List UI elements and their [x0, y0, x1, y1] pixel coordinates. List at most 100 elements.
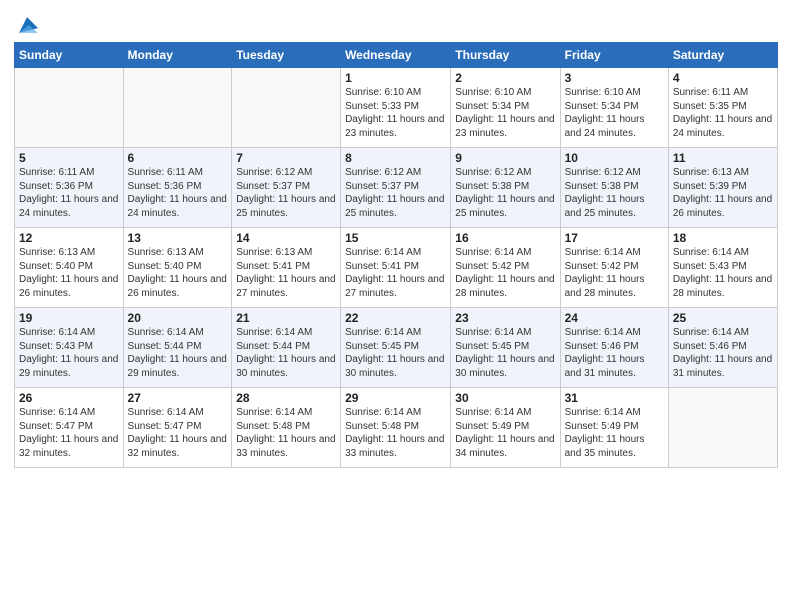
day-cell: 13Sunrise: 6:13 AM Sunset: 5:40 PM Dayli… — [123, 228, 232, 308]
day-cell: 9Sunrise: 6:12 AM Sunset: 5:38 PM Daylig… — [451, 148, 560, 228]
weekday-header-row: SundayMondayTuesdayWednesdayThursdayFrid… — [15, 43, 778, 68]
day-number: 18 — [673, 231, 773, 245]
day-number: 20 — [128, 311, 228, 325]
logo — [14, 14, 38, 36]
day-info: Sunrise: 6:12 AM Sunset: 5:37 PM Dayligh… — [345, 166, 446, 220]
day-info: Sunrise: 6:14 AM Sunset: 5:43 PM Dayligh… — [19, 326, 119, 380]
day-info: Sunrise: 6:10 AM Sunset: 5:34 PM Dayligh… — [565, 86, 664, 140]
day-cell: 5Sunrise: 6:11 AM Sunset: 5:36 PM Daylig… — [15, 148, 124, 228]
day-info: Sunrise: 6:14 AM Sunset: 5:43 PM Dayligh… — [673, 246, 773, 300]
day-info: Sunrise: 6:13 AM Sunset: 5:39 PM Dayligh… — [673, 166, 773, 220]
day-number: 3 — [565, 71, 664, 85]
day-number: 4 — [673, 71, 773, 85]
day-number: 10 — [565, 151, 664, 165]
day-number: 23 — [455, 311, 555, 325]
day-cell: 4Sunrise: 6:11 AM Sunset: 5:35 PM Daylig… — [668, 68, 777, 148]
day-info: Sunrise: 6:14 AM Sunset: 5:49 PM Dayligh… — [455, 406, 555, 460]
week-row-4: 19Sunrise: 6:14 AM Sunset: 5:43 PM Dayli… — [15, 308, 778, 388]
day-info: Sunrise: 6:14 AM Sunset: 5:44 PM Dayligh… — [236, 326, 336, 380]
day-number: 11 — [673, 151, 773, 165]
day-cell: 7Sunrise: 6:12 AM Sunset: 5:37 PM Daylig… — [232, 148, 341, 228]
weekday-sunday: Sunday — [15, 43, 124, 68]
day-cell: 31Sunrise: 6:14 AM Sunset: 5:49 PM Dayli… — [560, 388, 668, 468]
weekday-friday: Friday — [560, 43, 668, 68]
day-cell: 21Sunrise: 6:14 AM Sunset: 5:44 PM Dayli… — [232, 308, 341, 388]
day-number: 9 — [455, 151, 555, 165]
day-number: 13 — [128, 231, 228, 245]
day-info: Sunrise: 6:14 AM Sunset: 5:44 PM Dayligh… — [128, 326, 228, 380]
day-number: 8 — [345, 151, 446, 165]
day-info: Sunrise: 6:14 AM Sunset: 5:47 PM Dayligh… — [128, 406, 228, 460]
day-cell: 11Sunrise: 6:13 AM Sunset: 5:39 PM Dayli… — [668, 148, 777, 228]
page: SundayMondayTuesdayWednesdayThursdayFrid… — [0, 0, 792, 612]
day-info: Sunrise: 6:14 AM Sunset: 5:46 PM Dayligh… — [673, 326, 773, 380]
day-cell: 25Sunrise: 6:14 AM Sunset: 5:46 PM Dayli… — [668, 308, 777, 388]
day-info: Sunrise: 6:13 AM Sunset: 5:41 PM Dayligh… — [236, 246, 336, 300]
day-info: Sunrise: 6:12 AM Sunset: 5:38 PM Dayligh… — [455, 166, 555, 220]
day-cell: 27Sunrise: 6:14 AM Sunset: 5:47 PM Dayli… — [123, 388, 232, 468]
day-info: Sunrise: 6:14 AM Sunset: 5:46 PM Dayligh… — [565, 326, 664, 380]
day-info: Sunrise: 6:14 AM Sunset: 5:41 PM Dayligh… — [345, 246, 446, 300]
day-cell — [15, 68, 124, 148]
day-cell: 3Sunrise: 6:10 AM Sunset: 5:34 PM Daylig… — [560, 68, 668, 148]
day-info: Sunrise: 6:13 AM Sunset: 5:40 PM Dayligh… — [128, 246, 228, 300]
day-info: Sunrise: 6:14 AM Sunset: 5:45 PM Dayligh… — [345, 326, 446, 380]
day-info: Sunrise: 6:12 AM Sunset: 5:37 PM Dayligh… — [236, 166, 336, 220]
day-info: Sunrise: 6:14 AM Sunset: 5:47 PM Dayligh… — [19, 406, 119, 460]
day-number: 15 — [345, 231, 446, 245]
day-info: Sunrise: 6:14 AM Sunset: 5:42 PM Dayligh… — [565, 246, 664, 300]
day-number: 24 — [565, 311, 664, 325]
day-number: 26 — [19, 391, 119, 405]
day-number: 25 — [673, 311, 773, 325]
day-number: 19 — [19, 311, 119, 325]
header — [14, 10, 778, 36]
day-info: Sunrise: 6:11 AM Sunset: 5:35 PM Dayligh… — [673, 86, 773, 140]
day-cell: 6Sunrise: 6:11 AM Sunset: 5:36 PM Daylig… — [123, 148, 232, 228]
day-number: 1 — [345, 71, 446, 85]
week-row-1: 1Sunrise: 6:10 AM Sunset: 5:33 PM Daylig… — [15, 68, 778, 148]
day-cell: 24Sunrise: 6:14 AM Sunset: 5:46 PM Dayli… — [560, 308, 668, 388]
day-cell: 22Sunrise: 6:14 AM Sunset: 5:45 PM Dayli… — [341, 308, 451, 388]
day-info: Sunrise: 6:11 AM Sunset: 5:36 PM Dayligh… — [128, 166, 228, 220]
week-row-5: 26Sunrise: 6:14 AM Sunset: 5:47 PM Dayli… — [15, 388, 778, 468]
day-cell — [232, 68, 341, 148]
day-number: 17 — [565, 231, 664, 245]
day-cell — [668, 388, 777, 468]
day-number: 5 — [19, 151, 119, 165]
day-number: 12 — [19, 231, 119, 245]
day-cell: 15Sunrise: 6:14 AM Sunset: 5:41 PM Dayli… — [341, 228, 451, 308]
day-number: 29 — [345, 391, 446, 405]
day-info: Sunrise: 6:14 AM Sunset: 5:45 PM Dayligh… — [455, 326, 555, 380]
day-info: Sunrise: 6:14 AM Sunset: 5:42 PM Dayligh… — [455, 246, 555, 300]
weekday-monday: Monday — [123, 43, 232, 68]
day-info: Sunrise: 6:14 AM Sunset: 5:49 PM Dayligh… — [565, 406, 664, 460]
week-row-2: 5 Sunrise: 6:11 AM Sunset: 5:36 PM Daylig… — [15, 148, 778, 228]
day-cell: 18Sunrise: 6:14 AM Sunset: 5:43 PM Dayli… — [668, 228, 777, 308]
day-cell: 10Sunrise: 6:12 AM Sunset: 5:38 PM Dayli… — [560, 148, 668, 228]
day-number: 21 — [236, 311, 336, 325]
weekday-thursday: Thursday — [451, 43, 560, 68]
day-cell: 28Sunrise: 6:14 AM Sunset: 5:48 PM Dayli… — [232, 388, 341, 468]
day-cell: 16Sunrise: 6:14 AM Sunset: 5:42 PM Dayli… — [451, 228, 560, 308]
day-cell: 2Sunrise: 6:10 AM Sunset: 5:34 PM Daylig… — [451, 68, 560, 148]
day-cell: 8Sunrise: 6:12 AM Sunset: 5:37 PM Daylig… — [341, 148, 451, 228]
day-number: 30 — [455, 391, 555, 405]
day-number: 31 — [565, 391, 664, 405]
day-cell: 20Sunrise: 6:14 AM Sunset: 5:44 PM Dayli… — [123, 308, 232, 388]
weekday-saturday: Saturday — [668, 43, 777, 68]
day-number: 22 — [345, 311, 446, 325]
calendar-table: SundayMondayTuesdayWednesdayThursdayFrid… — [14, 42, 778, 468]
day-cell: 23Sunrise: 6:14 AM Sunset: 5:45 PM Dayli… — [451, 308, 560, 388]
day-info: Sunrise: 6:14 AM Sunset: 5:48 PM Dayligh… — [345, 406, 446, 460]
day-info: Sunrise: 6:10 AM Sunset: 5:34 PM Dayligh… — [455, 86, 555, 140]
day-info: Sunrise: 6:12 AM Sunset: 5:38 PM Dayligh… — [565, 166, 664, 220]
day-cell: 19Sunrise: 6:14 AM Sunset: 5:43 PM Dayli… — [15, 308, 124, 388]
day-cell: 26Sunrise: 6:14 AM Sunset: 5:47 PM Dayli… — [15, 388, 124, 468]
day-number: 28 — [236, 391, 336, 405]
day-cell: 1Sunrise: 6:10 AM Sunset: 5:33 PM Daylig… — [341, 68, 451, 148]
day-cell — [123, 68, 232, 148]
day-cell: 12Sunrise: 6:13 AM Sunset: 5:40 PM Dayli… — [15, 228, 124, 308]
day-info: Sunrise: 6:13 AM Sunset: 5:40 PM Dayligh… — [19, 246, 119, 300]
week-row-3: 12Sunrise: 6:13 AM Sunset: 5:40 PM Dayli… — [15, 228, 778, 308]
day-number: 7 — [236, 151, 336, 165]
